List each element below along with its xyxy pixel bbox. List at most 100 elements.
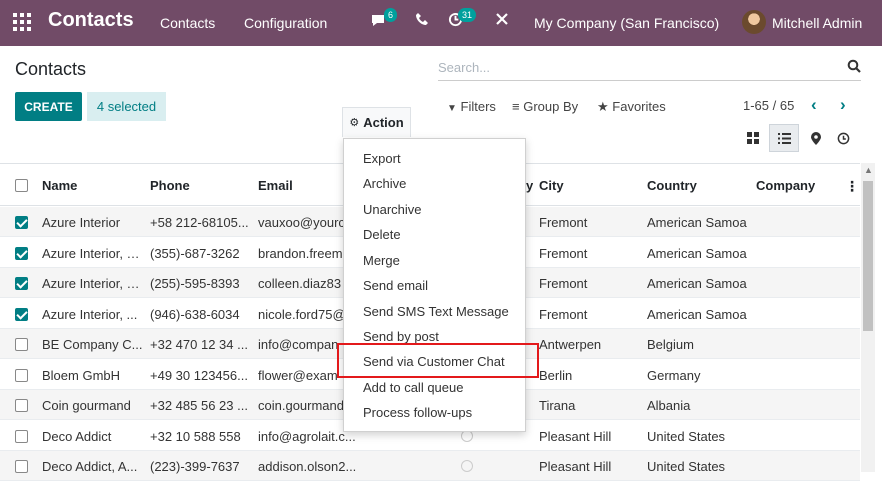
search-input[interactable]: Search... bbox=[438, 60, 490, 75]
header-city[interactable]: City bbox=[539, 178, 564, 193]
company-switcher[interactable]: My Company (San Francisco) bbox=[534, 15, 719, 31]
debug-tools-icon[interactable] bbox=[495, 12, 509, 31]
cell-city: Fremont bbox=[539, 215, 588, 230]
cell-phone: +32 470 12 34 ... bbox=[150, 337, 248, 352]
scrollbar-thumb[interactable] bbox=[863, 181, 873, 331]
activity-view-icon[interactable] bbox=[828, 124, 858, 152]
table-row[interactable]: Deco Addict, A... (223)-399-7637 addison.o… bbox=[0, 451, 860, 481]
cell-country: American Samoa bbox=[647, 306, 747, 322]
cell-city: Fremont bbox=[539, 276, 588, 291]
scrollbar[interactable]: ▲ bbox=[861, 163, 875, 472]
action-label: Action bbox=[363, 115, 404, 130]
menu-item-archive[interactable]: Archive bbox=[363, 176, 406, 191]
menu-item-send-email[interactable]: Send email bbox=[363, 278, 428, 293]
search-bar[interactable]: Search... bbox=[438, 55, 861, 81]
favorites-button[interactable]: ★ Favorites bbox=[597, 99, 666, 115]
user-avatar[interactable] bbox=[742, 10, 766, 34]
header-company[interactable]: Company bbox=[756, 178, 815, 193]
phone-icon[interactable] bbox=[415, 12, 429, 31]
star-icon: ★ bbox=[597, 99, 609, 114]
row-checkbox[interactable] bbox=[15, 307, 28, 321]
activity-clock-icon[interactable] bbox=[461, 460, 473, 472]
row-checkbox[interactable] bbox=[15, 338, 28, 351]
cell-city: Antwerpen bbox=[539, 337, 602, 352]
row-checkbox[interactable] bbox=[15, 216, 28, 229]
select-all-checkbox[interactable] bbox=[15, 179, 28, 192]
cell-phone: (355)-687-3262 bbox=[150, 245, 240, 261]
kanban-view-icon[interactable] bbox=[738, 124, 768, 152]
highlight-annotation-box bbox=[337, 343, 539, 378]
cell-city: Pleasant Hill bbox=[539, 428, 612, 444]
menu-item-add-to-call-queue[interactable]: Add to call queue bbox=[363, 380, 463, 395]
groupby-label: Group By bbox=[523, 99, 579, 114]
cell-country: American Samoa bbox=[647, 276, 747, 291]
groupby-icon: ≡ bbox=[512, 99, 520, 114]
menu-item-export[interactable]: Export bbox=[363, 151, 401, 166]
cell-phone: +58 212-68105... bbox=[150, 215, 249, 230]
optional-columns-icon[interactable]: ⋮ bbox=[845, 178, 859, 195]
header-name[interactable]: Name bbox=[42, 178, 77, 193]
cell-name: Bloem GmbH bbox=[42, 367, 121, 383]
row-checkbox[interactable] bbox=[15, 368, 28, 382]
cell-name: BE Company C... bbox=[42, 337, 143, 352]
action-dropdown-menu: Export Archive Unarchive Delete Merge Se… bbox=[343, 138, 526, 432]
row-checkbox[interactable] bbox=[15, 429, 28, 443]
header-phone[interactable]: Phone bbox=[150, 178, 190, 193]
search-icon[interactable] bbox=[847, 59, 861, 73]
row-checkbox[interactable] bbox=[15, 460, 28, 473]
row-checkbox[interactable] bbox=[15, 277, 28, 290]
cell-name: Deco Addict bbox=[42, 428, 112, 444]
cell-name: Azure Interior bbox=[42, 215, 121, 230]
cell-country: United States bbox=[647, 428, 726, 444]
cell-name: Coin gourmand bbox=[42, 398, 131, 413]
row-checkbox[interactable] bbox=[15, 246, 28, 260]
menu-item-unarchive[interactable]: Unarchive bbox=[363, 202, 422, 217]
cell-phone: +32 485 56 23 ... bbox=[150, 398, 248, 413]
create-button[interactable]: CREATE bbox=[15, 92, 82, 121]
filters-label: Filters bbox=[460, 99, 496, 114]
apps-menu-icon[interactable] bbox=[13, 13, 31, 31]
menu-item-send-by-post[interactable]: Send by post bbox=[363, 329, 439, 344]
favorites-label: Favorites bbox=[612, 99, 666, 114]
activity-badge: 31 bbox=[458, 8, 477, 22]
filters-button[interactable]: ▼ Filters bbox=[447, 99, 496, 114]
selected-count: 4 selected bbox=[87, 92, 166, 121]
cell-phone: +32 10 588 558 bbox=[150, 428, 241, 444]
cell-country: American Samoa bbox=[647, 215, 747, 230]
menu-item-delete[interactable]: Delete bbox=[363, 227, 401, 242]
pager-value[interactable]: 1-65 / 65 bbox=[743, 98, 794, 113]
cell-country: Albania bbox=[647, 398, 691, 413]
page-title: Contacts bbox=[15, 59, 87, 79]
top-navbar: Contacts Contacts Configuration 6 31 My … bbox=[0, 0, 882, 46]
user-menu[interactable]: Mitchell Admin bbox=[772, 15, 862, 31]
groupby-button[interactable]: ≡ Group By bbox=[512, 99, 578, 114]
cell-phone: +49 30 123456... bbox=[150, 367, 248, 383]
header-email[interactable]: Email bbox=[258, 178, 293, 193]
cell-country: Germany bbox=[647, 367, 701, 383]
map-view-icon[interactable] bbox=[801, 124, 831, 152]
cell-name: Azure Interior, B... bbox=[42, 245, 146, 261]
menu-configuration[interactable]: Configuration bbox=[244, 15, 327, 31]
header-activity[interactable]: y bbox=[526, 178, 533, 193]
filter-icon: ▼ bbox=[447, 103, 457, 114]
chat-badge: 6 bbox=[384, 8, 398, 22]
cell-phone: (946)-638-6034 bbox=[150, 306, 240, 322]
row-checkbox[interactable] bbox=[15, 399, 28, 412]
action-button[interactable]: ⚙ Action bbox=[342, 107, 411, 137]
menu-item-send-sms[interactable]: Send SMS Text Message bbox=[363, 304, 509, 319]
cell-country: American Samoa bbox=[647, 245, 747, 261]
pager-previous-icon[interactable]: ‹ bbox=[811, 95, 817, 115]
cell-city: Fremont bbox=[539, 306, 588, 322]
cell-city: Berlin bbox=[539, 367, 573, 383]
pager-next-icon[interactable]: › bbox=[840, 95, 846, 115]
cell-country: Belgium bbox=[647, 337, 694, 352]
menu-item-merge[interactable]: Merge bbox=[363, 253, 400, 268]
header-country[interactable]: Country bbox=[647, 178, 697, 193]
menu-contacts[interactable]: Contacts bbox=[160, 15, 215, 31]
cell-city: Tirana bbox=[539, 398, 576, 413]
cell-name: Azure Interior, ... bbox=[42, 306, 138, 322]
app-title: Contacts bbox=[48, 9, 134, 31]
menu-item-process-follow-ups[interactable]: Process follow-ups bbox=[363, 405, 472, 420]
list-view-icon[interactable] bbox=[769, 124, 799, 152]
scroll-up-icon[interactable]: ▲ bbox=[864, 165, 873, 175]
